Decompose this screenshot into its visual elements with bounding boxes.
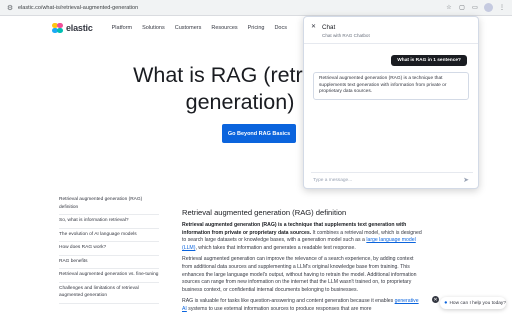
article-body: Retrieval augmented generation (RAG) def… bbox=[182, 208, 424, 318]
browser-address-bar: ⚙ elastic.co/what-is/retrieval-augmented… bbox=[0, 0, 512, 16]
close-icon[interactable]: ✕ bbox=[311, 23, 316, 30]
toc-item[interactable]: Challenges and limitations of retrieval … bbox=[59, 283, 159, 304]
bot-message: Retrieval augmented generation (RAG) is … bbox=[313, 72, 469, 100]
article-paragraph: Retrieval augmented generation can impro… bbox=[182, 256, 417, 293]
chat-input-area: ➤ bbox=[311, 172, 473, 185]
nav-link-customers[interactable]: Customers bbox=[175, 25, 202, 31]
toc-item[interactable]: The evolution of AI language models bbox=[59, 229, 159, 242]
nav-link-platform[interactable]: Platform bbox=[112, 25, 132, 31]
nav-link-resources[interactable]: Resources bbox=[211, 25, 237, 31]
paragraph-text: , which takes that information and gener… bbox=[195, 244, 356, 251]
nav-link-docs[interactable]: Docs bbox=[274, 25, 287, 31]
toc-item[interactable]: How does RAG work? bbox=[59, 242, 159, 256]
nav-links: Platform Solutions Customers Resources P… bbox=[112, 25, 287, 31]
send-icon[interactable]: ➤ bbox=[463, 176, 469, 184]
toc-item[interactable]: Retrieval augmented generation (RAG) def… bbox=[59, 194, 159, 215]
chat-message-input[interactable] bbox=[311, 175, 456, 185]
go-beyond-rag-button[interactable]: Go Beyond RAG Basics bbox=[222, 124, 296, 143]
article-paragraph: RAG is valuable for tasks like question-… bbox=[182, 298, 424, 313]
page-title-line-2: generation) bbox=[185, 90, 295, 114]
elastic-logo-icon bbox=[52, 22, 63, 34]
chat-subtitle: Chat with RAG Chatbot bbox=[322, 33, 370, 38]
toc-item[interactable]: RAG benefits bbox=[59, 256, 159, 269]
elastic-logo[interactable]: elastic bbox=[52, 22, 93, 34]
paragraph-text: RAG is valuable for tasks like question-… bbox=[182, 298, 395, 305]
nav-link-pricing[interactable]: Pricing bbox=[248, 25, 265, 31]
help-chat-bubble[interactable]: ● How can I help you today? bbox=[440, 297, 506, 309]
site-info-icon[interactable]: ⚙ bbox=[5, 3, 15, 13]
dismiss-help-icon[interactable]: ✕ bbox=[432, 296, 439, 303]
browser-toolbar-icons: ☆ ▢ ▭ ⋮ bbox=[445, 3, 506, 12]
chat-title: Chat bbox=[322, 24, 336, 31]
toc-item[interactable]: So, what is information retrieval? bbox=[59, 215, 159, 229]
chat-bubble-icon: ● bbox=[444, 300, 448, 306]
chat-panel: ✕ Chat Chat with RAG Chatbot What is RAG… bbox=[303, 16, 479, 189]
url-field[interactable]: elastic.co/what-is/retrieval-augmented-g… bbox=[18, 5, 445, 11]
extensions-icon[interactable]: ▢ bbox=[458, 4, 466, 12]
article-heading: Retrieval augmented generation (RAG) def… bbox=[182, 208, 347, 217]
table-of-contents: Retrieval augmented generation (RAG) def… bbox=[59, 194, 159, 304]
profile-avatar[interactable] bbox=[484, 3, 493, 12]
toc-item[interactable]: Retrieval augmented generation vs. fine-… bbox=[59, 269, 159, 283]
paragraph-text: systems to use external information sour… bbox=[186, 305, 372, 312]
article-paragraph: Retrieval augmented generation (RAG) is … bbox=[182, 222, 424, 252]
nav-link-solutions[interactable]: Solutions bbox=[142, 25, 165, 31]
divider bbox=[304, 43, 478, 44]
user-message: What is RAG in 1 sentence? bbox=[391, 55, 467, 66]
help-text: How can I help you today? bbox=[449, 300, 506, 306]
sidebar-icon[interactable]: ▭ bbox=[471, 4, 479, 12]
bookmark-icon[interactable]: ☆ bbox=[445, 4, 453, 12]
browser-menu-icon[interactable]: ⋮ bbox=[498, 4, 506, 12]
logo-text: elastic bbox=[66, 23, 93, 33]
